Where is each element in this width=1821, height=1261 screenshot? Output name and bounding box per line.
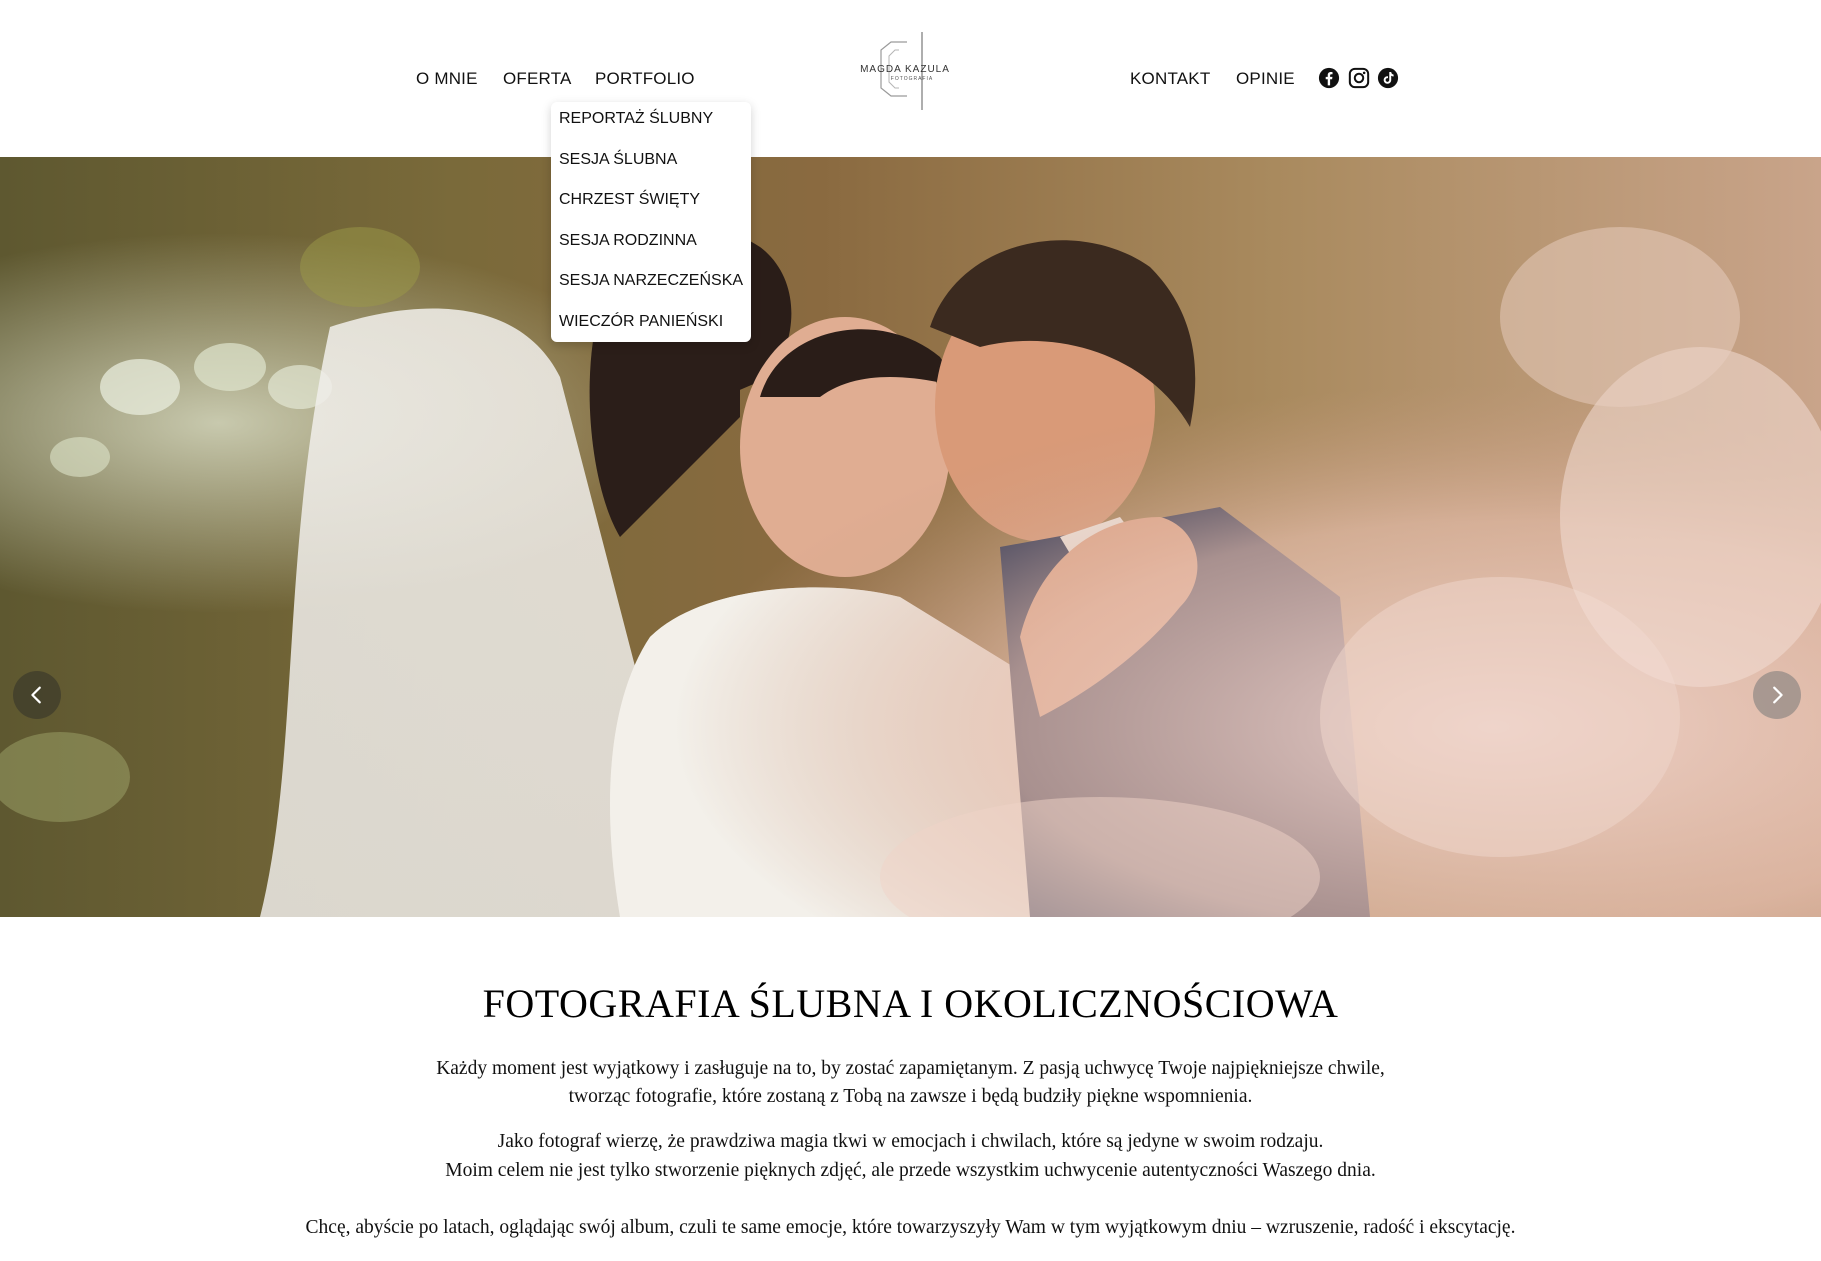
chevron-left-icon bbox=[31, 686, 41, 704]
section-title: FOTOGRAFIA ŚLUBNA I OKOLICZNOŚCIOWA bbox=[482, 981, 1339, 1026]
intro-line-4: Moim celem nie jest tylko stworzenie pię… bbox=[445, 1160, 1376, 1181]
chevron-right-icon bbox=[1773, 686, 1783, 704]
site-header: O MNIE OFERTA PORTFOLIO MAGDA KAZULA FOT… bbox=[0, 0, 1821, 157]
nav-opinie[interactable]: OPINIE bbox=[1236, 69, 1295, 89]
site-logo[interactable]: MAGDA KAZULA FOTOGRAFIA bbox=[855, 30, 955, 112]
menu-item-wieczor-panienski[interactable]: WIECZÓR PANIEŃSKI bbox=[559, 313, 723, 331]
intro-line-2: tworząc fotografie, które zostaną z Tobą… bbox=[568, 1086, 1253, 1107]
hero-slider[interactable] bbox=[0, 157, 1821, 917]
menu-item-sesja-rodzinna[interactable]: SESJA RODZINNA bbox=[559, 232, 697, 250]
portfolio-dropdown: REPORTAŻ ŚLUBNY SESJA ŚLUBNA CHRZEST ŚWI… bbox=[551, 102, 751, 342]
intro-line-1: Każdy moment jest wyjątkowy i zasługuje … bbox=[436, 1058, 1385, 1079]
menu-item-sesja-narzeczenska[interactable]: SESJA NARZECZEŃSKA bbox=[559, 272, 743, 290]
intro-line-3: Jako fotograf wierzę, że prawdziwa magia… bbox=[497, 1131, 1324, 1152]
hero-photo bbox=[0, 157, 1821, 917]
instagram-icon[interactable] bbox=[1348, 67, 1370, 89]
logo-tagline: FOTOGRAFIA bbox=[891, 76, 933, 82]
nav-oferta[interactable]: OFERTA bbox=[503, 69, 572, 89]
nav-kontakt[interactable]: KONTAKT bbox=[1130, 69, 1210, 89]
nav-o-mnie[interactable]: O MNIE bbox=[416, 69, 478, 89]
nav-portfolio[interactable]: PORTFOLIO bbox=[595, 69, 695, 89]
logo-mark: MAGDA KAZULA FOTOGRAFIA bbox=[860, 32, 950, 110]
tiktok-icon[interactable] bbox=[1377, 67, 1399, 89]
slider-next-button[interactable] bbox=[1753, 671, 1801, 719]
slider-prev-button[interactable] bbox=[13, 671, 61, 719]
menu-item-chrzest-swiety[interactable]: CHRZEST ŚWIĘTY bbox=[559, 191, 700, 209]
facebook-icon[interactable] bbox=[1318, 67, 1340, 89]
logo-name: MAGDA KAZULA bbox=[860, 64, 950, 75]
menu-item-sesja-slubna[interactable]: SESJA ŚLUBNA bbox=[559, 151, 677, 169]
intro-line-5: Chcę, abyście po latach, oglądając swój … bbox=[305, 1217, 1516, 1238]
menu-item-reportaz-slubny[interactable]: REPORTAŻ ŚLUBNY bbox=[559, 110, 713, 128]
